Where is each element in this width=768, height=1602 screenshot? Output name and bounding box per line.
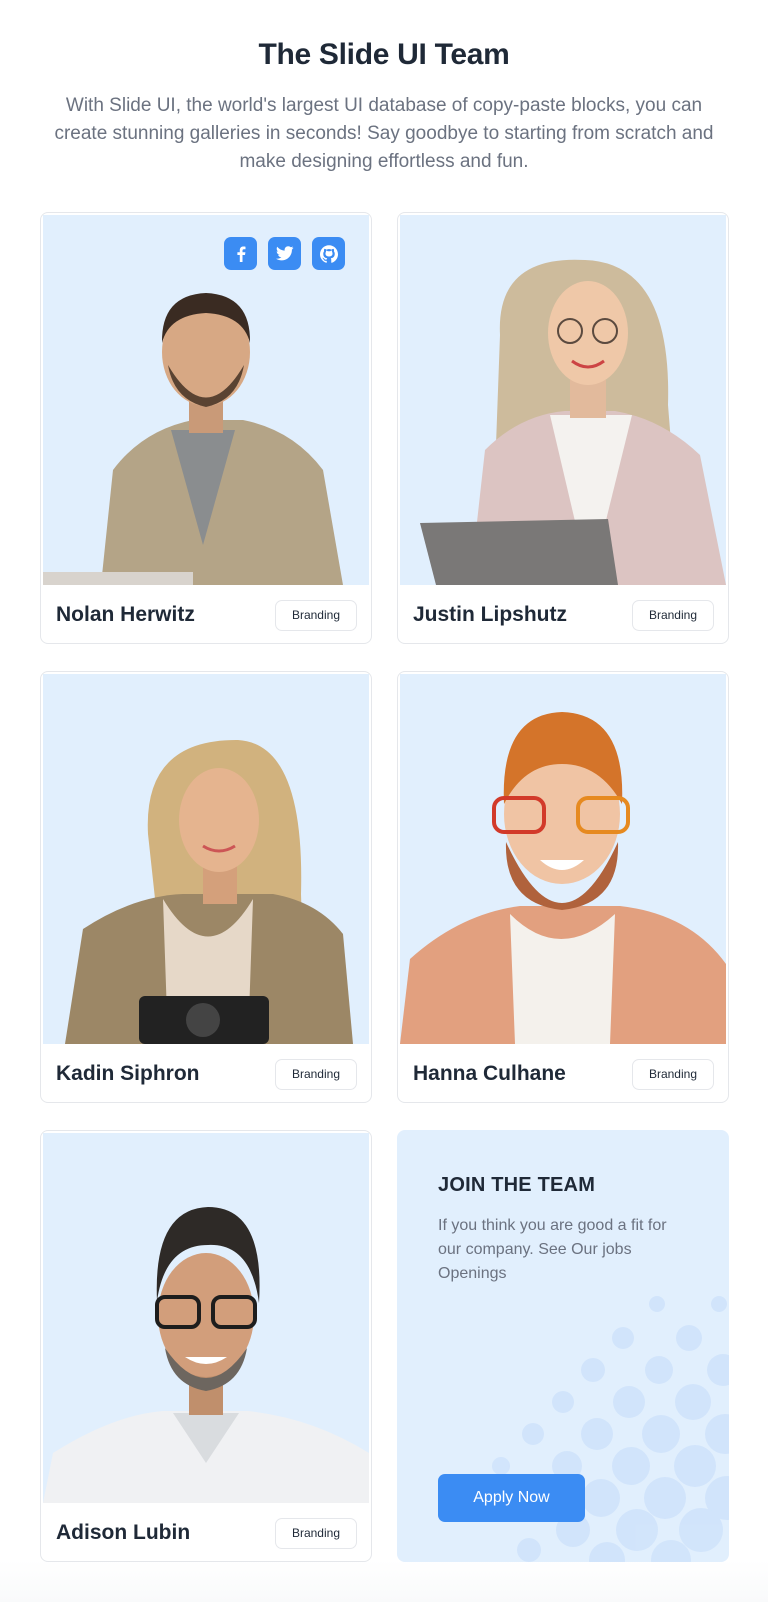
member-name: Adison Lubin	[56, 1521, 191, 1544]
card-footer: Justin Lipshutz Branding	[398, 585, 728, 643]
social-links	[224, 237, 345, 270]
join-title: JOIN THE TEAM	[438, 1174, 596, 1196]
github-icon[interactable]	[312, 237, 345, 270]
join-team-card: JOIN THE TEAM If you think you are good …	[397, 1130, 729, 1562]
role-badge[interactable]: Branding	[631, 600, 714, 631]
role-badge[interactable]: Branding	[274, 1518, 357, 1549]
role-badge[interactable]: Branding	[631, 1059, 714, 1090]
page-subtitle: With Slide UI, the world's largest UI da…	[54, 95, 714, 172]
card-footer: Kadin Siphron Branding	[41, 1044, 371, 1102]
card-footer: Hanna Culhane Branding	[398, 1044, 728, 1102]
role-badge[interactable]: Branding	[274, 1059, 357, 1090]
member-name: Hanna Culhane	[413, 1062, 566, 1085]
twitter-icon[interactable]	[268, 237, 301, 270]
team-card-hanna[interactable]: Hanna Culhane Branding	[397, 671, 729, 1103]
team-card-adison[interactable]: Adison Lubin Branding	[40, 1130, 372, 1562]
team-card-nolan[interactable]: Nolan Herwitz Branding	[40, 212, 372, 644]
member-photo	[43, 674, 369, 1044]
member-photo	[43, 215, 369, 585]
card-footer: Adison Lubin Branding	[41, 1503, 371, 1561]
join-description: If you think you are good a fit for our …	[438, 1217, 667, 1282]
facebook-icon[interactable]	[224, 237, 257, 270]
role-badge[interactable]: Branding	[274, 600, 357, 631]
team-card-kadin[interactable]: Kadin Siphron Branding	[40, 671, 372, 1103]
page-title: The Slide UI Team	[258, 38, 510, 71]
apply-now-button[interactable]: Apply Now	[438, 1474, 585, 1522]
team-card-justin[interactable]: Justin Lipshutz Branding	[397, 212, 729, 644]
member-name: Nolan Herwitz	[56, 603, 195, 626]
member-name: Justin Lipshutz	[413, 603, 567, 626]
member-photo	[400, 215, 726, 585]
member-name: Kadin Siphron	[56, 1062, 200, 1085]
card-footer: Nolan Herwitz Branding	[41, 585, 371, 643]
team-page: The Slide UI Team With Slide UI, the wor…	[0, 0, 768, 1602]
member-photo	[43, 1133, 369, 1503]
member-photo	[400, 674, 726, 1044]
